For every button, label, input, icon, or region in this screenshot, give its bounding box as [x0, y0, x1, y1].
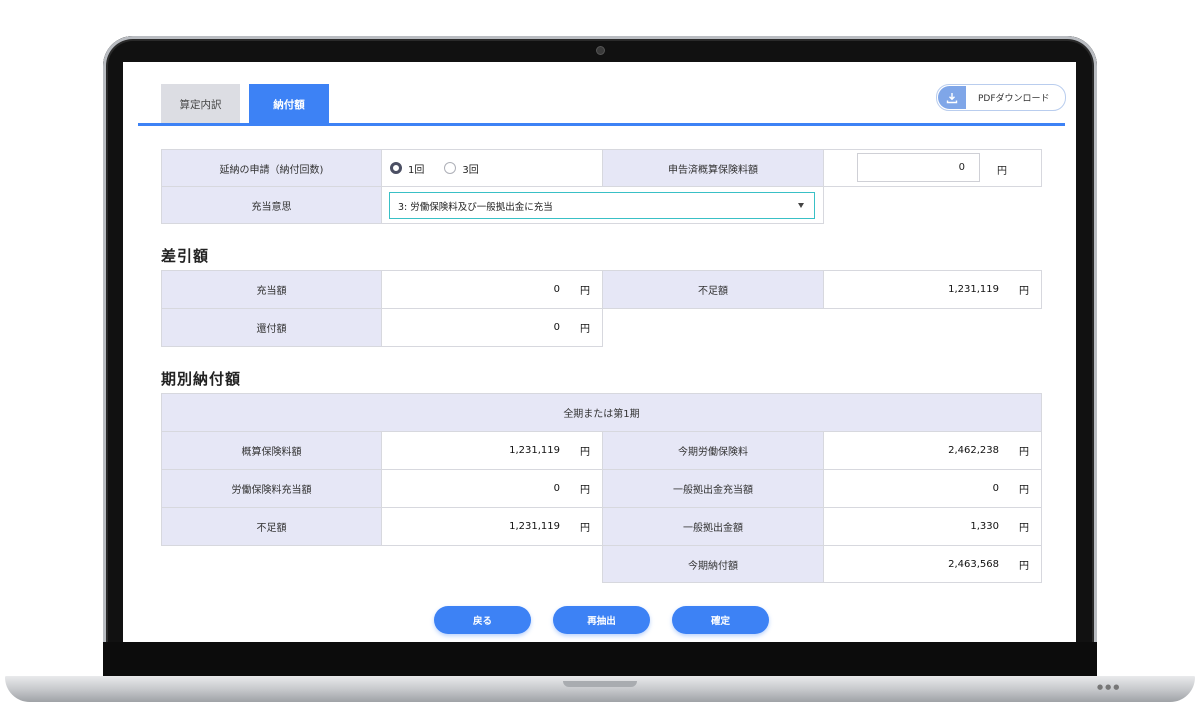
- current-labor-premium-label: 今期労働保険料: [602, 431, 824, 470]
- download-icon: [938, 86, 966, 109]
- appropriated-amount-label: 充当額: [161, 270, 382, 309]
- shortfall-value: 1,231,119 円: [823, 270, 1042, 309]
- period-header: 全期または第1期: [161, 393, 1042, 432]
- current-labor-premium-value: 2,462,238 円: [823, 431, 1042, 470]
- caret-down-icon: [798, 203, 804, 208]
- app-screen: 算定内訳 納付額 PDFダウンロード 延納の申請（納付回数) 1回 3回 申告済…: [123, 62, 1076, 642]
- difference-heading: 差引額: [161, 247, 210, 265]
- radio-1-label: 1回: [408, 164, 425, 176]
- radio-3-label: 3回: [462, 164, 479, 176]
- estimated-premium-label: 概算保険料額: [161, 431, 382, 470]
- declared-premium-unit: 円: [997, 166, 1007, 177]
- confirm-button[interactable]: 確定: [672, 606, 769, 634]
- installment-shortfall-label: 不足額: [161, 507, 382, 546]
- laptop-notch: [563, 681, 637, 687]
- general-appropriation-label: 一般拠出金充当額: [602, 469, 824, 508]
- appropriation-select[interactable]: 3: 労働保険料及び一般拠出金に充当: [389, 192, 815, 219]
- refund-amount-value: 0円: [381, 308, 603, 347]
- current-total-value: 2,463,568 円: [823, 545, 1042, 583]
- labor-appropriation-value: 0円: [381, 469, 603, 508]
- radio-1-installment[interactable]: [390, 162, 402, 174]
- appropriated-amount-value: 0円: [381, 270, 603, 309]
- declared-premium-input[interactable]: 0: [857, 153, 980, 182]
- re-extract-button[interactable]: 再抽出: [553, 606, 650, 634]
- current-total-label: 今期納付額: [602, 545, 824, 583]
- laptop-base: [5, 676, 1195, 702]
- appropriation-label: 充当意思: [161, 186, 382, 224]
- general-contribution-value: 1,330 円: [823, 507, 1042, 546]
- installment-radio-group: 1回 3回: [381, 149, 603, 187]
- tab-underline: [138, 123, 1065, 126]
- general-contribution-label: 一般拠出金額: [602, 507, 824, 546]
- laptop-status-dots: ●●●: [1097, 683, 1122, 691]
- shortfall-label: 不足額: [602, 270, 824, 309]
- tab-calculation-details[interactable]: 算定内訳: [161, 84, 240, 124]
- pdf-download-button[interactable]: PDFダウンロード: [936, 84, 1066, 111]
- labor-appropriation-label: 労働保険料充当額: [161, 469, 382, 508]
- back-button[interactable]: 戻る: [434, 606, 531, 634]
- laptop-bezel: [103, 642, 1097, 676]
- tab-payment-amount[interactable]: 納付額: [249, 84, 329, 124]
- installments-heading: 期別納付額: [161, 370, 242, 388]
- radio-3-installments[interactable]: [444, 162, 457, 174]
- refund-amount-label: 還付額: [161, 308, 382, 347]
- pdf-download-label: PDFダウンロード: [978, 94, 1050, 104]
- declared-premium-label: 申告済概算保険料額: [602, 149, 824, 187]
- appropriation-select-value: 3: 労働保険料及び一般拠出金に充当: [398, 201, 553, 213]
- camera-icon: [596, 46, 605, 55]
- deferred-payment-label: 延納の申請（納付回数): [161, 149, 382, 187]
- installment-shortfall-value: 1,231,119 円: [381, 507, 603, 546]
- estimated-premium-value: 1,231,119 円: [381, 431, 603, 470]
- general-appropriation-value: 0円: [823, 469, 1042, 508]
